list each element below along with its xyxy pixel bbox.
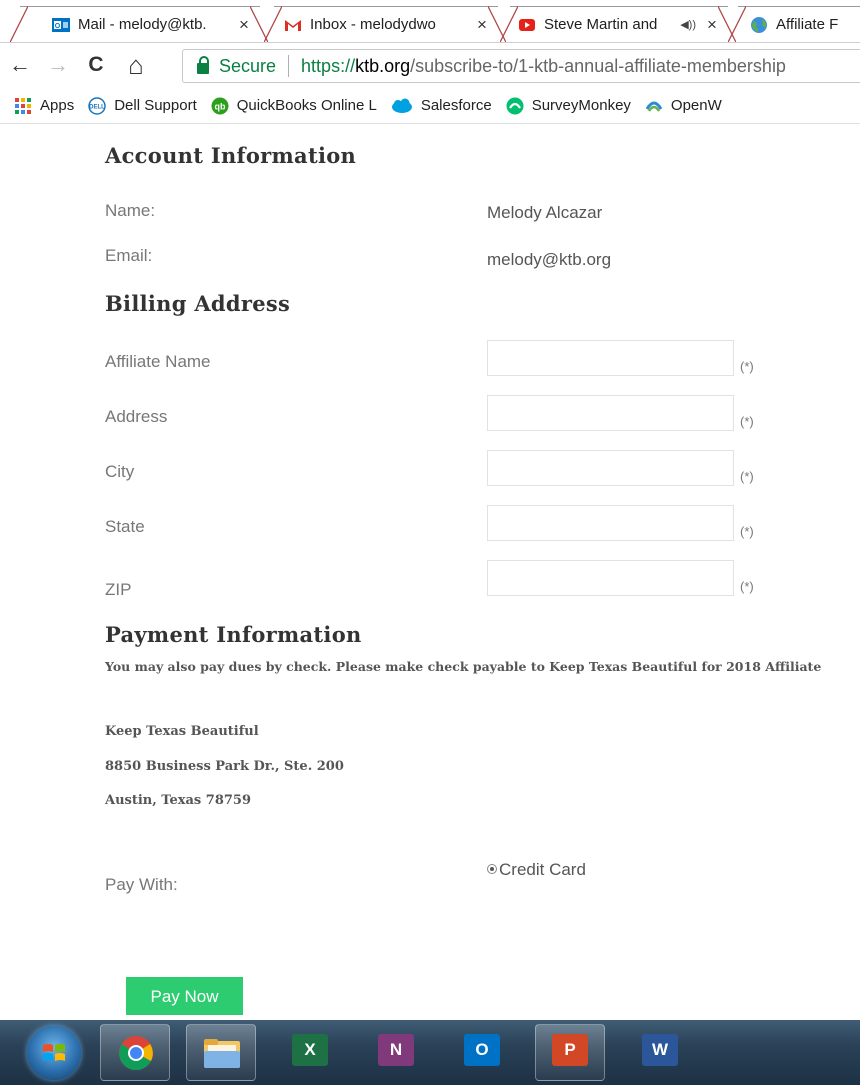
state-label: State <box>105 517 145 536</box>
home-button[interactable]: ⌂ <box>122 51 150 79</box>
bookmark-label: Apps <box>40 97 75 114</box>
zip-label: ZIP <box>105 580 132 599</box>
bookmarks-bar: Apps DELL Dell Support qb QuickBooks Onl… <box>0 88 860 124</box>
required-marker: (*) <box>740 524 754 539</box>
bookmark-apps[interactable]: Apps <box>14 97 74 115</box>
name-value: Melody Alcazar <box>487 203 603 222</box>
city-input[interactable] <box>487 450 734 486</box>
tab-title: Affiliate F <box>776 16 839 33</box>
bookmark-surveymonkey[interactable]: SurveyMonkey <box>506 97 631 115</box>
url-scheme: https:// <box>301 55 356 76</box>
salesforce-icon <box>391 98 412 113</box>
bookmark-label: OpenW <box>670 97 722 114</box>
bookmark-label: QuickBooks Online L <box>236 97 377 114</box>
svg-text:qb: qb <box>214 101 225 111</box>
folder-icon <box>204 1039 240 1068</box>
tab-title: Inbox - melodydwo <box>310 16 436 33</box>
forward-button[interactable]: → <box>44 51 72 79</box>
payee-city: Austin, Texas 78759 <box>105 793 252 808</box>
payment-information-heading: Payment Information <box>105 622 362 647</box>
svg-text:DELL: DELL <box>89 104 105 110</box>
url-path: /subscribe-to/1-ktb-annual-affiliate-mem… <box>410 55 786 76</box>
zip-input[interactable] <box>487 560 734 596</box>
tab-strip: O Mail - melody@ktb. × Inbox - melodydwo… <box>0 0 860 42</box>
outlook-icon[interactable]: O <box>464 1034 500 1066</box>
email-value: melody@ktb.org <box>487 250 612 269</box>
bookmark-dell-support[interactable]: DELL Dell Support <box>88 96 197 115</box>
back-button[interactable]: ← <box>6 51 34 79</box>
quickbooks-icon: qb <box>211 97 229 114</box>
windows-taskbar: X N O P W <box>0 1020 860 1085</box>
windows-logo-icon <box>43 1044 65 1061</box>
chrome-icon <box>119 1036 153 1070</box>
required-marker: (*) <box>740 469 754 484</box>
reload-button[interactable]: C <box>82 51 110 79</box>
city-label: City <box>105 462 135 481</box>
billing-address-heading: Billing Address <box>105 291 291 316</box>
gmail-icon <box>285 19 301 31</box>
onenote-icon[interactable]: N <box>378 1034 414 1066</box>
tab-affiliate[interactable]: Affiliate F <box>728 6 860 42</box>
bookmark-label: SurveyMonkey <box>531 97 631 114</box>
bookmark-label: Dell Support <box>114 97 197 114</box>
name-label: Name: <box>105 201 156 220</box>
secure-label: Secure <box>219 55 277 76</box>
outlook-icon: O <box>52 17 70 32</box>
required-marker: (*) <box>740 579 754 594</box>
audio-playing-icon[interactable]: ◀)) <box>680 18 696 31</box>
openw-icon <box>645 101 663 112</box>
state-input[interactable] <box>487 505 734 541</box>
apps-grid-icon <box>15 97 31 114</box>
pay-now-button[interactable]: Pay Now <box>126 977 243 1015</box>
tab-title: Mail - melody@ktb. <box>78 16 207 33</box>
youtube-icon <box>519 18 535 31</box>
taskbar-file-explorer[interactable] <box>186 1024 256 1081</box>
dell-icon: DELL <box>88 96 106 115</box>
pay-with-label: Pay With: <box>105 875 178 894</box>
credit-card-label[interactable]: Credit Card <box>499 860 586 880</box>
payee-street: 8850 Business Park Dr., Ste. 200 <box>105 759 344 774</box>
bookmark-quickbooks[interactable]: qb QuickBooks Online L <box>211 97 377 115</box>
check-payment-note: You may also pay dues by check. Please m… <box>105 659 822 674</box>
powerpoint-icon[interactable]: P <box>552 1034 588 1066</box>
surveymonkey-icon <box>506 97 524 114</box>
address-bar[interactable]: Secure https://ktb.org/subscribe-to/1-kt… <box>182 49 860 83</box>
url-host: ktb.org <box>355 55 411 76</box>
email-label: Email: <box>105 246 153 265</box>
account-information-heading: Account Information <box>105 143 357 168</box>
start-button[interactable] <box>27 1026 81 1080</box>
payee-name: Keep Texas Beautiful <box>105 724 259 739</box>
address-input[interactable] <box>487 395 734 431</box>
tab-inbox[interactable]: Inbox - melodydwo × <box>264 6 506 42</box>
affiliate-name-label: Affiliate Name <box>105 352 211 371</box>
globe-icon <box>751 16 767 33</box>
required-marker: (*) <box>740 359 754 374</box>
bookmark-label: Salesforce <box>420 97 492 114</box>
bookmark-salesforce[interactable]: Salesforce <box>391 97 492 115</box>
tab-title: Steve Martin and <box>544 16 658 33</box>
affiliate-name-input[interactable] <box>487 340 734 376</box>
bookmark-openw[interactable]: OpenW <box>645 97 722 115</box>
taskbar-chrome[interactable] <box>100 1024 170 1081</box>
lock-icon <box>197 55 209 74</box>
word-icon[interactable]: W <box>642 1034 678 1066</box>
browser-toolbar: ← → C ⌂ Secure https://ktb.org/subscribe… <box>0 42 860 88</box>
tab-mail[interactable]: O Mail - melody@ktb. × <box>10 6 268 42</box>
required-marker: (*) <box>740 414 754 429</box>
address-label: Address <box>105 407 168 426</box>
svg-text:O: O <box>55 23 61 30</box>
tab-youtube[interactable]: Steve Martin and ◀)) × <box>500 6 736 42</box>
excel-icon[interactable]: X <box>292 1034 328 1066</box>
credit-card-radio[interactable] <box>487 864 497 874</box>
